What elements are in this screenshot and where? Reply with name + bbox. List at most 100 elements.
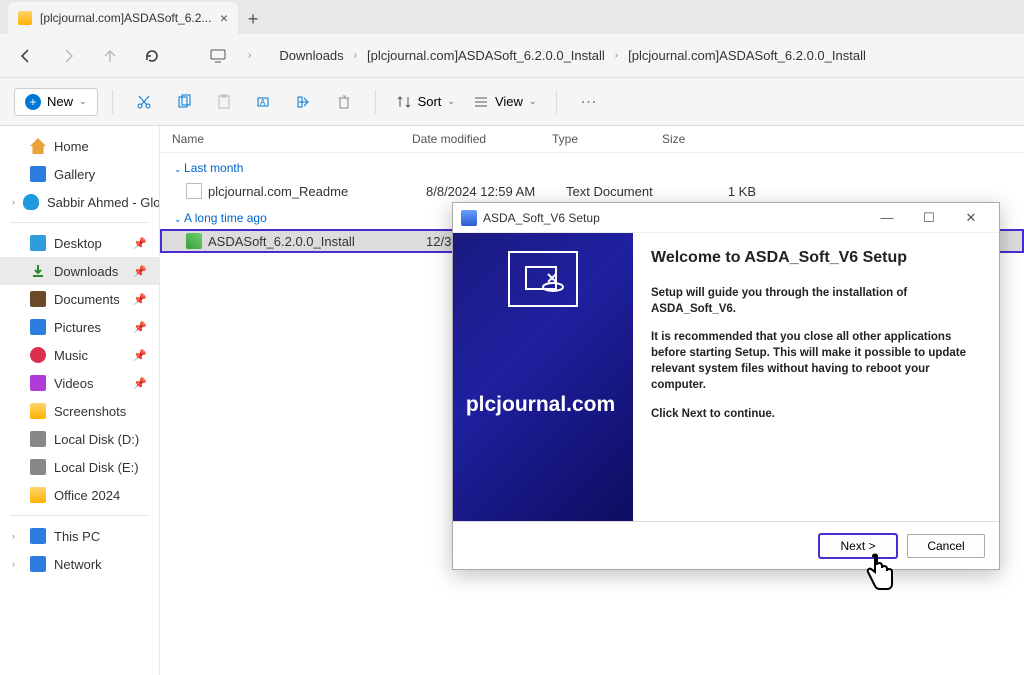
separator xyxy=(10,222,149,223)
sidebar-item-documents[interactable]: Documents📌 xyxy=(0,285,159,313)
delete-icon[interactable] xyxy=(327,85,361,119)
file-name: ASDASoft_6.2.0.0_Install xyxy=(208,234,426,249)
view-label: View xyxy=(495,94,523,109)
new-tab-button[interactable]: + xyxy=(238,4,268,34)
sidebar-item-network[interactable]: › Network xyxy=(0,550,159,578)
new-button[interactable]: + New ⌄ xyxy=(14,88,98,116)
sidebar-item-music[interactable]: Music📌 xyxy=(0,341,159,369)
minimize-button[interactable]: — xyxy=(867,207,907,229)
sidebar-item-thispc[interactable]: › This PC xyxy=(0,522,159,550)
chevron-down-icon: ⌄ xyxy=(529,96,537,107)
chevron-right-icon: › xyxy=(354,50,357,61)
file-date: 8/8/2024 12:59 AM xyxy=(426,184,566,199)
maximize-button[interactable]: ☐ xyxy=(909,207,949,229)
sidebar-item-pictures[interactable]: Pictures📌 xyxy=(0,313,159,341)
forward-button[interactable] xyxy=(56,44,80,68)
cut-icon[interactable] xyxy=(127,85,161,119)
sidebar-item-label: Home xyxy=(54,139,89,154)
sidebar-item-onedrive[interactable]: › Sabbir Ahmed - Glo xyxy=(0,188,159,216)
folder-icon xyxy=(30,403,46,419)
back-button[interactable] xyxy=(14,44,38,68)
sidebar-item-desktop[interactable]: Desktop📌 xyxy=(0,229,159,257)
col-name[interactable]: Name xyxy=(172,132,412,146)
pin-icon: 📌 xyxy=(133,321,147,334)
dialog-heading: Welcome to ASDA_Soft_V6 Setup xyxy=(651,249,981,267)
breadcrumb-folder-1[interactable]: [plcjournal.com]ASDASoft_6.2.0.0_Install xyxy=(367,48,605,63)
file-size: 1 KB xyxy=(676,184,756,199)
sidebar-item-label: Desktop xyxy=(54,236,102,251)
col-size[interactable]: Size xyxy=(662,132,742,146)
breadcrumb-downloads[interactable]: Downloads xyxy=(279,48,343,63)
sidebar-item-office[interactable]: Office 2024 xyxy=(0,481,159,509)
group-last-month[interactable]: ⌄ Last month xyxy=(160,153,1024,179)
group-label: Last month xyxy=(184,161,243,175)
setup-graphic-icon xyxy=(508,251,578,307)
folder-icon xyxy=(30,487,46,503)
app-icon xyxy=(461,210,477,226)
close-tab-icon[interactable]: × xyxy=(220,10,228,26)
browser-tab[interactable]: [plcjournal.com]ASDASoft_6.2... × xyxy=(8,2,238,34)
breadcrumb-folder-2[interactable]: [plcjournal.com]ASDASoft_6.2.0.0_Install xyxy=(628,48,866,63)
pin-icon: 📌 xyxy=(133,293,147,306)
folder-icon xyxy=(18,11,32,25)
sidebar-item-label: Gallery xyxy=(54,167,95,182)
sidebar-item-downloads[interactable]: Downloads📌 xyxy=(0,257,159,285)
next-button[interactable]: Next > xyxy=(819,534,897,558)
share-icon[interactable] xyxy=(287,85,321,119)
sidebar-item-label: Network xyxy=(54,557,102,572)
col-type[interactable]: Type xyxy=(552,132,662,146)
rename-icon[interactable]: A xyxy=(247,85,281,119)
cloud-icon xyxy=(23,194,39,210)
toolbar-separator xyxy=(375,90,376,114)
cancel-button[interactable]: Cancel xyxy=(907,534,985,558)
breadcrumb-sep-icon: › xyxy=(248,50,251,61)
sidebar-item-label: Downloads xyxy=(54,264,118,279)
pin-icon: 📌 xyxy=(133,377,147,390)
up-button[interactable] xyxy=(98,44,122,68)
documents-icon xyxy=(30,291,46,307)
desktop-icon xyxy=(30,235,46,251)
chevron-down-icon: ⌄ xyxy=(447,96,455,107)
sidebar-item-label: Local Disk (E:) xyxy=(54,460,139,475)
paste-icon[interactable] xyxy=(207,85,241,119)
refresh-button[interactable] xyxy=(140,44,164,68)
sidebar-item-label: Music xyxy=(54,348,88,363)
file-name: plcjournal.com_Readme xyxy=(208,184,426,199)
close-button[interactable]: ✕ xyxy=(951,207,991,229)
dialog-content: Welcome to ASDA_Soft_V6 Setup Setup will… xyxy=(633,233,999,521)
dialog-text-2: It is recommended that you close all oth… xyxy=(651,329,981,393)
sort-label: Sort xyxy=(418,94,442,109)
chevron-right-icon[interactable]: › xyxy=(12,531,22,541)
dialog-sidebar-image: plcjournal.com xyxy=(453,233,633,521)
sidebar-item-disk-e[interactable]: Local Disk (E:) xyxy=(0,453,159,481)
sidebar-item-label: Sabbir Ahmed - Glo xyxy=(47,195,160,210)
col-date[interactable]: Date modified xyxy=(412,132,552,146)
chevron-right-icon[interactable]: › xyxy=(12,197,15,207)
sidebar-item-label: This PC xyxy=(54,529,100,544)
monitor-icon[interactable] xyxy=(206,44,230,68)
videos-icon xyxy=(30,375,46,391)
sidebar-item-disk-d[interactable]: Local Disk (D:) xyxy=(0,425,159,453)
sort-dropdown[interactable]: Sort ⌄ xyxy=(390,94,461,110)
pictures-icon xyxy=(30,319,46,335)
column-headers: Name Date modified Type Size xyxy=(160,126,1024,153)
sidebar-item-screenshots[interactable]: Screenshots xyxy=(0,397,159,425)
sidebar-item-gallery[interactable]: Gallery xyxy=(0,160,159,188)
chevron-right-icon[interactable]: › xyxy=(12,559,22,569)
installer-dialog: ASDA_Soft_V6 Setup — ☐ ✕ plcjournal.com … xyxy=(452,202,1000,570)
view-dropdown[interactable]: View ⌄ xyxy=(467,94,543,110)
dialog-titlebar[interactable]: ASDA_Soft_V6 Setup — ☐ ✕ xyxy=(453,203,999,233)
downloads-icon xyxy=(30,263,46,279)
dialog-body: plcjournal.com Welcome to ASDA_Soft_V6 S… xyxy=(453,233,999,521)
gallery-icon xyxy=(30,166,46,182)
sidebar-item-home[interactable]: Home xyxy=(0,132,159,160)
file-row-readme[interactable]: plcjournal.com_Readme 8/8/2024 12:59 AM … xyxy=(160,179,1024,203)
chevron-down-icon: ⌄ xyxy=(79,96,87,107)
network-icon xyxy=(30,556,46,572)
sidebar-item-videos[interactable]: Videos📌 xyxy=(0,369,159,397)
group-label: A long time ago xyxy=(184,211,267,225)
more-icon[interactable]: ⋯ xyxy=(571,85,605,119)
dialog-title: ASDA_Soft_V6 Setup xyxy=(483,211,600,225)
copy-icon[interactable] xyxy=(167,85,201,119)
sidebar-item-label: Screenshots xyxy=(54,404,126,419)
